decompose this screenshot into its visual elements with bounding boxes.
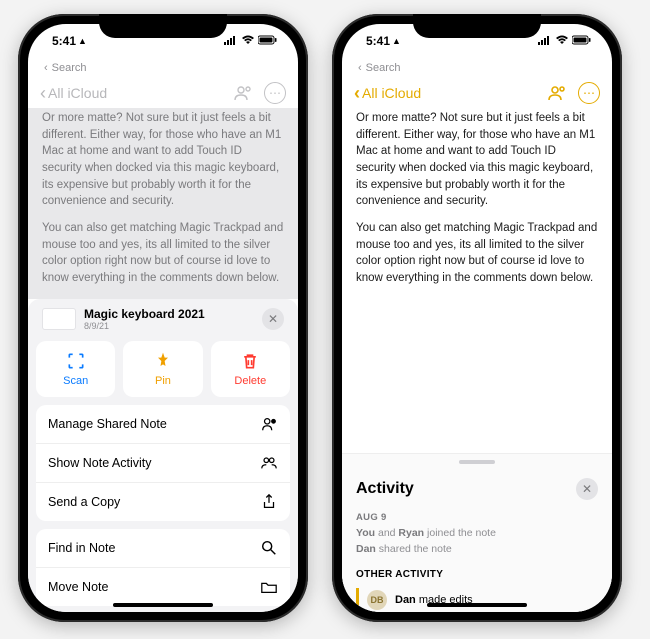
close-icon: ✕ [268, 312, 278, 326]
collab-icon[interactable] [546, 82, 568, 104]
scan-label: Scan [63, 375, 88, 387]
close-button[interactable]: ✕ [576, 478, 598, 500]
battery-icon [258, 34, 278, 48]
drag-handle[interactable] [459, 460, 495, 464]
activity-panel: Activity ✕ AUG 9 You and Ryan joined the… [342, 453, 612, 612]
manage-shared-note[interactable]: Manage Shared Note [36, 405, 290, 444]
chevron-left-icon: ‹ [40, 83, 46, 104]
battery-icon [572, 34, 592, 48]
activity-user: Ryan [398, 527, 424, 539]
phone-right: 5:41▲ ‹ Search ‹ All iCloud ⋯ [332, 14, 622, 622]
spacer [342, 299, 612, 453]
back-label: All iCloud [362, 85, 421, 101]
sheet-title: Magic keyboard 2021 [84, 307, 254, 321]
activity-user: Dan [356, 543, 376, 555]
status-time: 5:41 [52, 34, 76, 48]
search-row[interactable]: ‹ Search [28, 58, 298, 78]
activity-user: You [356, 527, 375, 539]
activity-line: Dan shared the note [356, 543, 598, 555]
pin-button[interactable]: Pin [123, 341, 202, 397]
collab-icon[interactable] [232, 82, 254, 104]
sheet-header: Magic keyboard 2021 8/9/21 ✕ [36, 299, 290, 337]
pin-icon [153, 351, 173, 371]
trash-icon [240, 351, 260, 371]
home-indicator[interactable] [427, 603, 527, 607]
scan-button[interactable]: Scan [36, 341, 115, 397]
delete-button[interactable]: Delete [211, 341, 290, 397]
search-label: Search [366, 62, 401, 74]
people-icon [260, 454, 278, 472]
signal-icon [538, 34, 552, 48]
find-in-note[interactable]: Find in Note [36, 529, 290, 568]
back-label: All iCloud [48, 85, 107, 101]
menu-group-2: Find in Note Move Note [36, 529, 290, 606]
nav-row: ‹ All iCloud ⋯ [342, 78, 612, 108]
activity-user: Dan [395, 594, 416, 606]
activity-title: Activity [356, 480, 414, 498]
wifi-icon [241, 34, 255, 48]
other-activity-heading: OTHER ACTIVITY [356, 569, 598, 580]
chevron-left-icon: ‹ [354, 83, 360, 104]
close-icon: ✕ [582, 482, 592, 496]
note-paragraph: You can also get matching Magic Trackpad… [356, 220, 598, 287]
share-up-icon [260, 493, 278, 511]
share-people-icon [260, 415, 278, 433]
avatar: DB [367, 590, 387, 610]
home-indicator[interactable] [113, 603, 213, 607]
activity-text: joined the note [427, 527, 496, 539]
phone-left: 5:41▲ ‹ Search ‹ All iCloud [18, 14, 308, 622]
sheet-date: 8/9/21 [84, 321, 254, 331]
action-sheet: Magic keyboard 2021 8/9/21 ✕ Scan Pin [28, 299, 298, 612]
menu-label: Send a Copy [48, 495, 120, 509]
back-button[interactable]: ‹ All iCloud [40, 83, 107, 104]
send-a-copy[interactable]: Send a Copy [36, 483, 290, 521]
menu-label: Manage Shared Note [48, 417, 167, 431]
search-row[interactable]: ‹ Search [342, 58, 612, 78]
menu-group-1: Manage Shared Note Show Note Activity Se… [36, 405, 290, 521]
note-paragraph: Or more matte? Not sure but it just feel… [42, 110, 284, 210]
signal-icon [224, 34, 238, 48]
note-body: Or more matte? Not sure but it just feel… [28, 108, 298, 299]
screen-right: 5:41▲ ‹ Search ‹ All iCloud ⋯ [342, 24, 612, 612]
note-body[interactable]: Or more matte? Not sure but it just feel… [342, 108, 612, 299]
location-icon: ▲ [392, 36, 401, 46]
folder-icon [260, 578, 278, 596]
menu-label: Move Note [48, 580, 108, 594]
menu-label: Show Note Activity [48, 456, 152, 470]
delete-label: Delete [234, 375, 266, 387]
close-button[interactable]: ✕ [262, 308, 284, 330]
search-icon [260, 539, 278, 557]
activity-date: AUG 9 [356, 512, 598, 523]
move-note[interactable]: Move Note [36, 568, 290, 606]
menu-label: Find in Note [48, 541, 115, 555]
chevron-left-icon: ‹ [358, 62, 362, 74]
note-paragraph: You can also get matching Magic Trackpad… [42, 220, 284, 287]
note-paragraph: Or more matte? Not sure but it just feel… [356, 110, 598, 210]
nav-row: ‹ All iCloud ⋯ [28, 78, 298, 108]
status-time: 5:41 [366, 34, 390, 48]
search-label: Search [52, 62, 87, 74]
pin-label: Pin [155, 375, 171, 387]
activity-line: You and Ryan joined the note [356, 527, 598, 539]
show-note-activity[interactable]: Show Note Activity [36, 444, 290, 483]
screen-left: 5:41▲ ‹ Search ‹ All iCloud [28, 24, 298, 612]
location-icon: ▲ [78, 36, 87, 46]
scan-icon [66, 351, 86, 371]
activity-text: shared the note [379, 543, 452, 555]
notch [99, 14, 227, 38]
chevron-left-icon: ‹ [44, 62, 48, 74]
back-button[interactable]: ‹ All iCloud [354, 83, 421, 104]
note-thumbnail [42, 308, 76, 330]
more-icon[interactable]: ⋯ [264, 82, 286, 104]
activity-edit-row[interactable]: DB Dan made edits [356, 588, 598, 612]
wifi-icon [555, 34, 569, 48]
notch [413, 14, 541, 38]
more-icon[interactable]: ⋯ [578, 82, 600, 104]
